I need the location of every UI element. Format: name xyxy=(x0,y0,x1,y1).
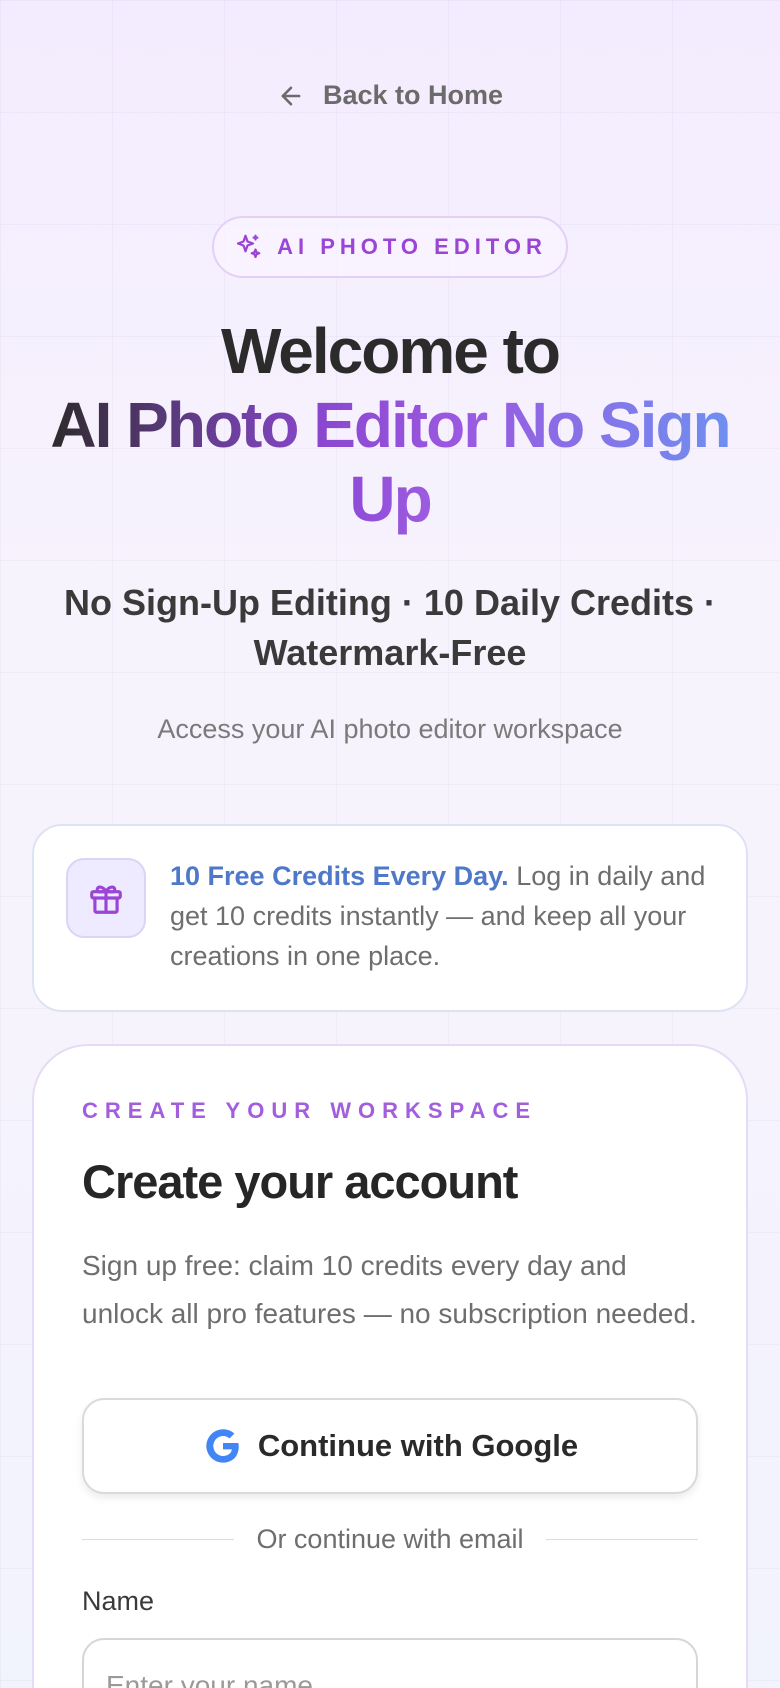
back-to-home-label: Back to Home xyxy=(322,80,504,110)
credits-headline: 10 Free Credits Every Day. xyxy=(170,861,509,891)
gift-icon xyxy=(90,885,122,914)
signup-title: Create your account xyxy=(82,1155,518,1208)
daily-credits-banner: 10 Free Credits Every Day. Log in daily … xyxy=(32,824,748,1012)
product-badge: AI PHOTO EDITOR xyxy=(212,216,568,278)
page-tagline: Access your AI photo editor workspace xyxy=(157,714,623,744)
email-divider: Or continue with email xyxy=(82,1524,698,1555)
google-g-icon xyxy=(206,1429,239,1463)
badge-label: AI PHOTO EDITOR xyxy=(277,234,547,259)
signup-card: CREATE YOUR WORKSPACE Create your accoun… xyxy=(32,1044,748,1688)
name-label: Name xyxy=(82,1586,155,1616)
signup-description: Sign up free: claim 10 credits every day… xyxy=(82,1250,697,1329)
signup-eyebrow: CREATE YOUR WORKSPACE xyxy=(82,1098,538,1123)
title-line-2: AI Photo Editor No Sign xyxy=(50,389,731,461)
divider-line-left xyxy=(82,1539,235,1540)
title-line-3: Up xyxy=(349,463,432,535)
sparkles-icon xyxy=(236,234,261,259)
back-to-home-link[interactable]: Back to Home xyxy=(0,80,780,111)
name-field[interactable] xyxy=(82,1638,698,1688)
signup-page: Back to Home AI PHOTO EDITOR Welcome to … xyxy=(0,0,780,1688)
gift-icon-container xyxy=(66,858,146,938)
divider-line-right xyxy=(545,1539,698,1540)
divider-text: Or continue with email xyxy=(256,1524,524,1554)
title-line-1: Welcome to xyxy=(221,315,561,387)
page-subtitle: No Sign-Up Editing · 10 Daily Credits · … xyxy=(63,582,717,673)
page-title: Welcome to AI Photo Editor No Sign Up xyxy=(20,314,760,536)
continue-with-google-button[interactable]: Continue with Google xyxy=(82,1398,698,1494)
arrow-left-icon xyxy=(281,86,301,105)
credits-message: 10 Free Credits Every Day. Log in daily … xyxy=(170,856,716,1010)
google-button-label: Continue with Google xyxy=(257,1428,579,1463)
